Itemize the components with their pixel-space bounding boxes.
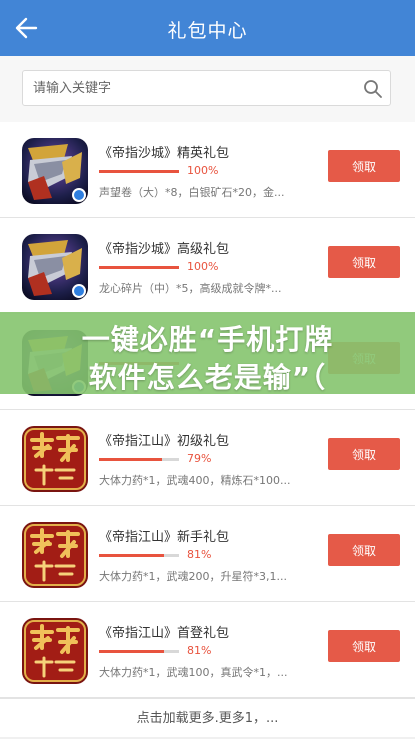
pack-title: 《帝指沙城》精英礼包 [99, 146, 230, 161]
gift-pack-row: 《帝指沙城》高级礼包 100% 龙心碎片（中）*5，高级成就令牌*... 领取 [0, 218, 415, 314]
gift-pack-row: 《帝指江山》首登礼包 81% 大体力药*1，武魂100，真武令*1，... 领取 [0, 602, 415, 698]
remaining-percent: 100% [187, 164, 219, 177]
remaining-progress-bar [99, 266, 179, 269]
gift-pack-row: 《帝指沙城》精英礼包 100% 声望卷（大）*8，白银矿石*20，金... 领取 [0, 122, 415, 218]
search-input[interactable] [33, 78, 353, 98]
pack-contents: 声望卷（大）*8，白银矿石*20，金... [99, 186, 285, 199]
game-icon-jiang-shan[interactable] [22, 618, 88, 684]
pack-title: 《帝指沙城》高级礼包 [99, 242, 230, 257]
remaining-progress-bar [99, 458, 179, 461]
pack-contents: 大体力药*1，武魂400，精炼石*100... [99, 474, 291, 487]
remaining-progress-bar [99, 650, 179, 653]
pack-title: 《帝指江山》首登礼包 [99, 626, 230, 641]
claim-button[interactable]: 领取 [328, 534, 400, 566]
progress-fill [99, 554, 164, 557]
load-more-button[interactable]: 点击加载更多.更多1，... [0, 698, 415, 737]
progress-fill [99, 170, 179, 173]
game-icon-sha-cheng[interactable] [22, 234, 88, 300]
remaining-percent: 81% [187, 644, 212, 657]
pack-title: 《帝指江山》新手礼包 [99, 530, 230, 545]
claim-button[interactable]: 领取 [328, 150, 400, 182]
pack-title: 《帝指江山》初级礼包 [99, 434, 230, 449]
remaining-progress-bar [99, 554, 179, 557]
claim-button[interactable]: 领取 [328, 630, 400, 662]
progress-fill [99, 266, 179, 269]
remaining-percent: 100% [187, 260, 219, 273]
game-icon-jiang-shan[interactable] [22, 522, 88, 588]
banner-line-1: 一键必胜“手机打牌 [81, 323, 334, 356]
search-bar [0, 56, 415, 123]
search-icon[interactable] [363, 79, 383, 99]
game-icon-jiang-shan[interactable] [22, 426, 88, 492]
remaining-progress-bar [99, 170, 179, 173]
banner-line-2: 软件怎么老是输”（ [88, 361, 327, 394]
pack-contents: 龙心碎片（中）*5，高级成就令牌*... [99, 282, 282, 295]
progress-fill [99, 458, 163, 461]
pack-contents: 大体力药*1，武魂200，升星符*3,1... [99, 570, 287, 583]
platform-badge-icon [72, 284, 86, 298]
pack-contents: 大体力药*1，武魂100，真武令*1，... [99, 666, 288, 679]
search-box [22, 70, 391, 106]
progress-fill [99, 650, 164, 653]
overlay-banner: 一键必胜“手机打牌 软件怎么老是输”（ [0, 312, 415, 394]
game-icon-sha-cheng[interactable] [22, 138, 88, 204]
claim-button[interactable]: 领取 [328, 438, 400, 470]
remaining-percent: 81% [187, 548, 212, 561]
gift-pack-row: 《帝指江山》初级礼包 79% 大体力药*1，武魂400，精炼石*100... 领取 [0, 410, 415, 506]
platform-badge-icon [72, 188, 86, 202]
app-header: 礼包中心 [0, 0, 415, 56]
gift-pack-row: 《帝指江山》新手礼包 81% 大体力药*1，武魂200，升星符*3,1... 领取 [0, 506, 415, 602]
page-title: 礼包中心 [167, 20, 248, 42]
claim-button[interactable]: 领取 [328, 246, 400, 278]
remaining-percent: 79% [187, 452, 212, 465]
